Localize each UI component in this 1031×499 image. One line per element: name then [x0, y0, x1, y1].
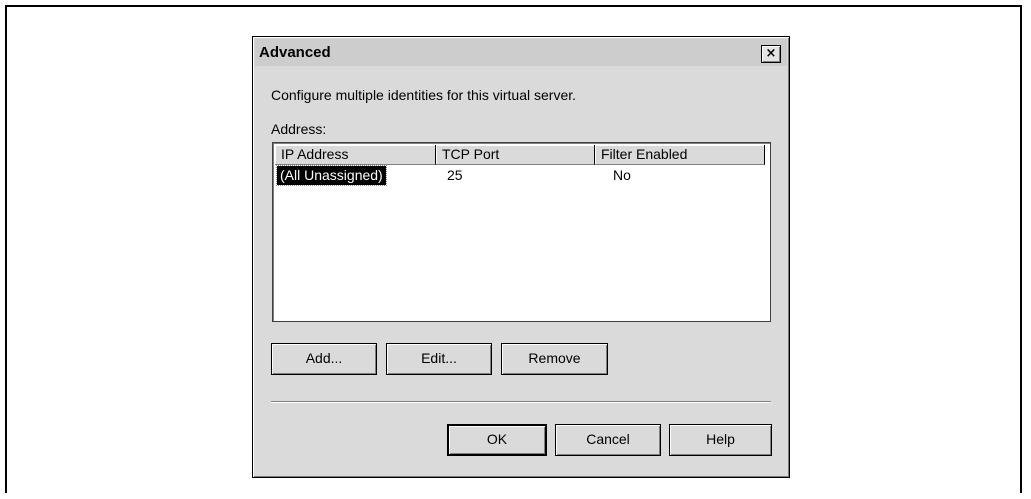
remove-button[interactable]: Remove: [501, 343, 608, 375]
column-header-ip-address[interactable]: IP Address: [275, 145, 436, 165]
address-label: Address:: [271, 121, 327, 137]
list-row[interactable]: (All Unassigned) 25 No: [275, 165, 768, 186]
advanced-dialog: Advanced × Configure multiple identities…: [252, 36, 790, 478]
close-button[interactable]: ×: [761, 45, 781, 63]
cell-filter-enabled: No: [613, 167, 631, 183]
edit-button[interactable]: Edit...: [386, 343, 492, 375]
column-header-tcp-port[interactable]: TCP Port: [436, 145, 595, 165]
cancel-button[interactable]: Cancel: [555, 424, 661, 456]
title-bar[interactable]: Advanced ×: [255, 39, 787, 66]
dialog-description: Configure multiple identities for this v…: [271, 87, 577, 103]
dialog-title: Advanced: [259, 44, 331, 61]
list-header: IP Address TCP Port Filter Enabled: [275, 145, 768, 165]
help-button[interactable]: Help: [669, 424, 772, 456]
address-list[interactable]: IP Address TCP Port Filter Enabled (All …: [272, 142, 771, 322]
add-button[interactable]: Add...: [271, 343, 377, 375]
column-header-filter-enabled[interactable]: Filter Enabled: [595, 145, 765, 165]
cell-ip-address[interactable]: (All Unassigned): [276, 165, 387, 186]
close-icon: ×: [765, 46, 777, 61]
separator: [271, 401, 771, 403]
cell-tcp-port: 25: [447, 167, 463, 183]
ok-button[interactable]: OK: [447, 424, 547, 456]
